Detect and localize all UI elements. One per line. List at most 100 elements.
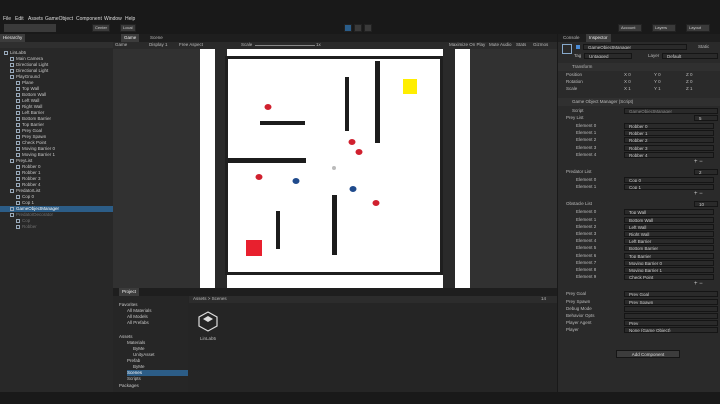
prey-list-element-field[interactable]: Robber 0: [624, 123, 714, 129]
add-component-button[interactable]: Add Component: [616, 350, 680, 358]
prey-list-element-field[interactable]: Robber 3: [624, 144, 714, 151]
stats-toggle[interactable]: Stats: [516, 42, 526, 48]
layout-dropdown[interactable]: Layout: [686, 24, 710, 32]
tab-game[interactable]: Game: [121, 34, 140, 42]
rotation-y[interactable]: Y 0: [654, 79, 661, 85]
scale-x[interactable]: X 1: [624, 86, 631, 92]
step-button[interactable]: [364, 24, 372, 32]
obstacle-list-element-field[interactable]: Left Wall: [624, 223, 714, 230]
pivot-local-button[interactable]: Local: [120, 24, 136, 32]
hierarchy-item-label: Check Point: [22, 140, 47, 145]
property-label: Player: [566, 327, 579, 333]
static-toggle[interactable]: Static: [698, 44, 709, 50]
game-display-label[interactable]: Game: [115, 42, 127, 48]
packages-header[interactable]: Packages: [119, 383, 139, 389]
maximize-toggle[interactable]: Maximize On Play: [449, 42, 485, 48]
property-field[interactable]: [624, 313, 718, 319]
prey-list-count[interactable]: 5: [694, 115, 718, 121]
script-component-header[interactable]: Game Object Manager (Script): [558, 98, 720, 106]
play-button[interactable]: [344, 24, 352, 32]
gameobject-icon: [16, 122, 20, 127]
obstacle-list-element-label: Element 9: [576, 274, 597, 280]
property-field[interactable]: Prey Spawn: [624, 298, 718, 305]
breadcrumb[interactable]: Assets > Scenes: [193, 296, 227, 302]
predator-list-count[interactable]: 2: [694, 169, 718, 175]
layer-dropdown[interactable]: Default: [662, 53, 718, 59]
asset-folder[interactable]: Scripts: [127, 376, 141, 382]
object-name-field[interactable]: GameObjectManager: [583, 44, 687, 50]
tab-project[interactable]: Project: [119, 288, 140, 296]
layers-dropdown[interactable]: Layers: [652, 24, 676, 32]
position-x[interactable]: X 0: [624, 72, 631, 78]
fav-item[interactable]: All Prefabs: [127, 320, 149, 326]
obstacle-list-element-field[interactable]: Moving Barrier 1: [624, 267, 714, 273]
tag-dropdown[interactable]: Untagged: [584, 53, 632, 59]
game-viewport[interactable]: [200, 49, 470, 288]
property-field[interactable]: Prey: [624, 320, 718, 327]
top-wall: [227, 56, 443, 59]
obstacle-list-element-field[interactable]: Moving Barrier 0: [624, 259, 714, 266]
hierarchy-item[interactable]: Robber: [0, 224, 113, 230]
property-field[interactable]: [624, 305, 718, 312]
position-y[interactable]: Y 0: [654, 72, 661, 78]
property-field[interactable]: None (Game Object): [624, 327, 718, 334]
tab-inspector[interactable]: Inspector: [586, 34, 611, 42]
gameobject-icon: [16, 86, 20, 91]
position-z[interactable]: Z 0: [686, 72, 693, 78]
aspect-dropdown[interactable]: Free Aspect: [179, 42, 203, 48]
list-add-remove-buttons[interactable]: + −: [694, 191, 703, 197]
gizmos-toggle[interactable]: Gizmos: [533, 42, 548, 48]
obstacle-list-element-label: Element 4: [576, 238, 597, 244]
obstacle-list-element-field[interactable]: Left Barrier: [624, 238, 714, 245]
hierarchy-item-label: Robber 3: [22, 176, 41, 181]
gameobject-icon: [16, 110, 20, 115]
obstacle-list-element-field[interactable]: Right Wall: [624, 231, 714, 237]
prey-list-element-field[interactable]: Robber 1: [624, 130, 714, 137]
list-add-remove-buttons[interactable]: + −: [694, 281, 703, 287]
script-label: Script: [572, 108, 584, 113]
pivot-center-button[interactable]: Center: [92, 24, 111, 32]
prey-list-header[interactable]: Prey List: [566, 115, 584, 121]
obstacle-list-element-field[interactable]: Check Point: [624, 274, 714, 281]
inspector-tabbar: Console Inspector: [558, 34, 720, 42]
active-checkbox[interactable]: [576, 45, 580, 49]
transform-title: Transform: [572, 64, 593, 69]
list-add-remove-buttons[interactable]: + −: [694, 159, 703, 165]
unity-scene-icon[interactable]: [197, 310, 219, 332]
mute-toggle[interactable]: Mute Audio: [489, 42, 512, 48]
property-field[interactable]: Prey Goal: [624, 291, 718, 298]
prey-list-element-field[interactable]: Robber 2: [624, 137, 714, 144]
predator-list-element-field[interactable]: Cop 1: [624, 184, 714, 191]
toolbar: Center Local Account Layers Layout: [0, 22, 720, 34]
predator-list-header[interactable]: Predator List: [566, 169, 592, 175]
obstacle-list-count[interactable]: 10: [694, 201, 718, 208]
tab-scene[interactable]: Scene: [147, 34, 166, 42]
hierarchy-item-label: LinLab5: [10, 50, 27, 55]
pause-button[interactable]: [354, 24, 362, 32]
obstacle-list-element-field[interactable]: Top Wall: [624, 209, 714, 216]
obstacle-list-header[interactable]: Obstacle List: [566, 201, 592, 207]
scale-y[interactable]: Y 1: [654, 86, 661, 92]
obstacle-list-element-field[interactable]: Bottom Barrier: [624, 245, 714, 252]
tab-hierarchy[interactable]: Hierarchy: [0, 34, 26, 42]
scene-file-label[interactable]: LinLab5: [200, 336, 216, 342]
hierarchy-item-label: Top Barrier: [22, 122, 45, 127]
rotation-label: Rotation: [566, 79, 583, 84]
gameobject-icon: [10, 74, 14, 79]
rotation-z[interactable]: Z 0: [686, 79, 693, 85]
transform-header[interactable]: Transform: [558, 63, 720, 71]
obstacle-list-element-field[interactable]: Bottom Wall: [624, 216, 714, 223]
scale-slider[interactable]: [255, 45, 315, 46]
obstacle-list-element-field[interactable]: Top Barrier: [624, 252, 714, 259]
account-dropdown[interactable]: Account: [618, 24, 642, 32]
predator-list-element-field[interactable]: Cop 0: [624, 177, 714, 183]
display-dropdown[interactable]: Display 1: [149, 42, 168, 48]
rotation-x[interactable]: X 0: [624, 79, 631, 85]
tab-console[interactable]: Console: [560, 34, 583, 42]
right-border: [443, 49, 455, 288]
scale-z[interactable]: Z 1: [686, 86, 693, 92]
hierarchy-search[interactable]: [0, 42, 113, 48]
scale-label: Scale: [566, 86, 578, 91]
tool-buttons[interactable]: [4, 24, 56, 32]
prey-list-element-field[interactable]: Robber 4: [624, 151, 714, 158]
